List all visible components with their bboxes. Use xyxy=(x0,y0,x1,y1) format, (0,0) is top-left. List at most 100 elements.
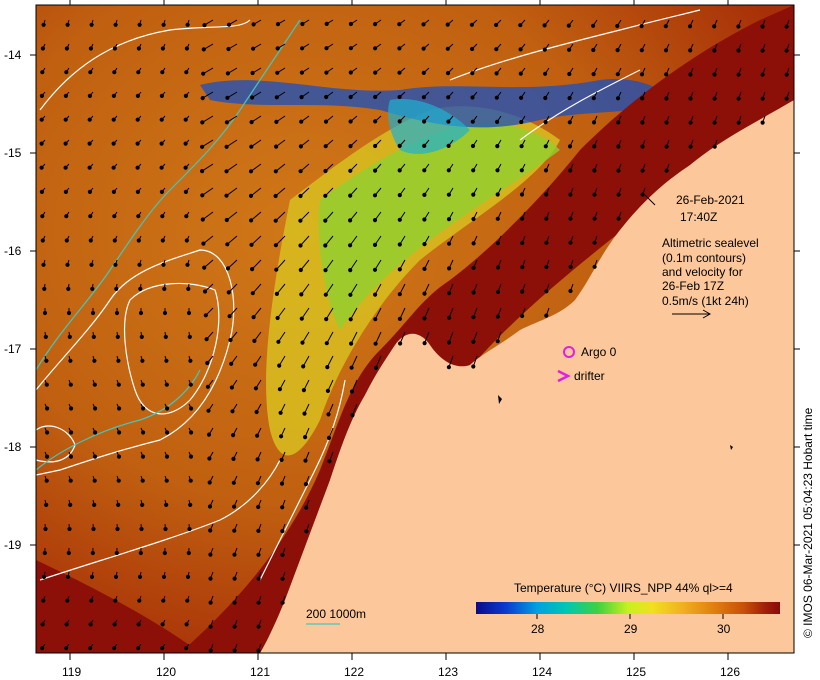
velocity-arrow-head xyxy=(348,144,353,149)
velocity-arrow-head xyxy=(183,165,188,170)
velocity-arrow-head xyxy=(592,144,597,149)
velocity-arrow-head xyxy=(591,96,596,101)
velocity-arrow-head xyxy=(251,22,256,27)
velocity-arrow-head xyxy=(162,550,167,556)
velocity-arrow-head xyxy=(298,243,303,248)
velocity-arrow-head xyxy=(520,240,525,246)
sst-map: 26-Feb-2021 17:40Z Altimetric sealevel (… xyxy=(4,0,815,679)
velocity-arrow-head xyxy=(640,192,645,197)
velocity-arrow-head xyxy=(39,165,44,170)
velocity-arrow-head xyxy=(232,552,237,557)
velocity-arrow-head xyxy=(159,141,164,146)
velocity-arrow-head xyxy=(188,382,193,387)
velocity-arrow-head xyxy=(446,143,451,148)
velocity-arrow-head xyxy=(323,292,328,297)
velocity-arrow-head xyxy=(784,72,789,77)
velocity-arrow-head xyxy=(186,286,191,291)
velocity-arrow-head xyxy=(200,120,205,125)
velocity-arrow-head xyxy=(160,646,165,651)
velocity-arrow-head xyxy=(39,189,45,194)
velocity-arrow-head xyxy=(112,70,117,75)
velocity-arrow-head xyxy=(230,409,235,414)
velocity-arrow-head xyxy=(397,70,402,75)
velocity-arrow-head xyxy=(567,47,572,52)
velocity-arrow-head xyxy=(44,382,49,387)
velocity-arrow-head xyxy=(736,48,741,53)
velocity-arrow-head xyxy=(117,430,122,435)
velocity-arrow-head xyxy=(115,334,120,339)
depth-contour-label: 200 1000m xyxy=(306,607,366,621)
lat-tick-label: -16 xyxy=(4,244,22,258)
velocity-arrow-head xyxy=(224,217,229,223)
velocity-arrow-head xyxy=(224,144,229,149)
velocity-arrow-head xyxy=(44,358,49,363)
velocity-arrow-head xyxy=(69,430,74,435)
velocity-arrow-head xyxy=(66,286,71,291)
velocity-arrow-head xyxy=(252,338,257,343)
velocity-arrow-head xyxy=(200,169,205,174)
velocity-arrow-head xyxy=(137,262,142,267)
velocity-arrow-head xyxy=(397,316,402,321)
velocity-arrow-head xyxy=(447,315,452,320)
velocity-arrow-head xyxy=(43,526,48,532)
velocity-arrow-head xyxy=(373,94,378,100)
velocity-arrow-head xyxy=(688,120,693,125)
velocity-arrow-head xyxy=(471,339,476,344)
velocity-arrow-head xyxy=(324,341,329,346)
velocity-arrow-head xyxy=(640,168,645,173)
velocity-arrow-head xyxy=(41,262,46,267)
velocity-arrow-head xyxy=(275,22,281,27)
velocity-arrow-head xyxy=(187,526,192,532)
velocity-arrow-head xyxy=(136,214,141,219)
velocity-arrow-head xyxy=(470,95,475,100)
time-label: 17:40Z xyxy=(680,210,717,224)
velocity-arrow-head xyxy=(68,502,73,507)
velocity-arrow-head xyxy=(185,22,190,27)
velocity-arrow-head xyxy=(470,46,475,52)
velocity-arrow-head xyxy=(114,310,120,316)
velocity-arrow-head xyxy=(421,70,426,76)
velocity-arrow-head xyxy=(200,144,205,149)
velocity-arrow-head xyxy=(518,47,523,52)
velocity-arrow-head xyxy=(138,550,143,556)
velocity-arrow-head xyxy=(251,46,256,51)
velocity-arrow-head xyxy=(348,168,353,173)
velocity-arrow-head xyxy=(519,119,524,125)
velocity-arrow-head xyxy=(445,22,450,27)
velocity-arrow-head xyxy=(615,72,620,77)
velocity-arrow-head xyxy=(664,120,669,125)
velocity-arrow-head xyxy=(471,192,476,197)
velocity-arrow-head xyxy=(372,242,378,247)
velocity-arrow-head xyxy=(45,430,50,435)
velocity-arrow-head xyxy=(640,144,645,149)
velocity-arrow-head xyxy=(185,574,191,580)
velocity-arrow-head xyxy=(202,23,207,28)
velocity-arrow-head xyxy=(201,241,206,246)
credit-text: © IMOS 06-Mar-2021 05:04:23 Hobart time xyxy=(801,407,815,638)
velocity-arrow-head xyxy=(712,96,717,101)
velocity-arrow-head xyxy=(231,456,236,461)
velocity-arrow-head xyxy=(323,218,328,223)
lon-tick-label: 122 xyxy=(344,665,364,679)
velocity-arrow-head xyxy=(544,264,549,270)
velocity-arrow-head xyxy=(140,358,145,363)
velocity-arrow-head xyxy=(164,382,169,387)
velocity-arrow-head xyxy=(303,435,308,440)
velocity-arrow-head xyxy=(447,266,452,271)
velocity-arrow-head xyxy=(348,193,353,198)
velocity-arrow-head xyxy=(640,96,645,101)
velocity-arrow-head xyxy=(41,22,46,27)
velocity-arrow-head xyxy=(495,314,500,319)
velocity-arrow-head xyxy=(348,46,353,51)
velocity-arrow-head xyxy=(471,241,476,246)
velocity-arrow-head xyxy=(256,504,261,510)
velocity-arrow-head xyxy=(184,646,189,651)
velocity-arrow-head xyxy=(495,168,500,173)
velocity-arrow-head xyxy=(160,238,165,243)
velocity-arrow-head xyxy=(114,550,119,556)
velocity-arrow-head xyxy=(495,339,500,344)
velocity-arrow-head xyxy=(567,96,572,101)
velocity-arrow-head xyxy=(446,95,451,100)
velocity-arrow-head xyxy=(373,292,378,297)
velocity-arrow-head xyxy=(91,526,96,532)
